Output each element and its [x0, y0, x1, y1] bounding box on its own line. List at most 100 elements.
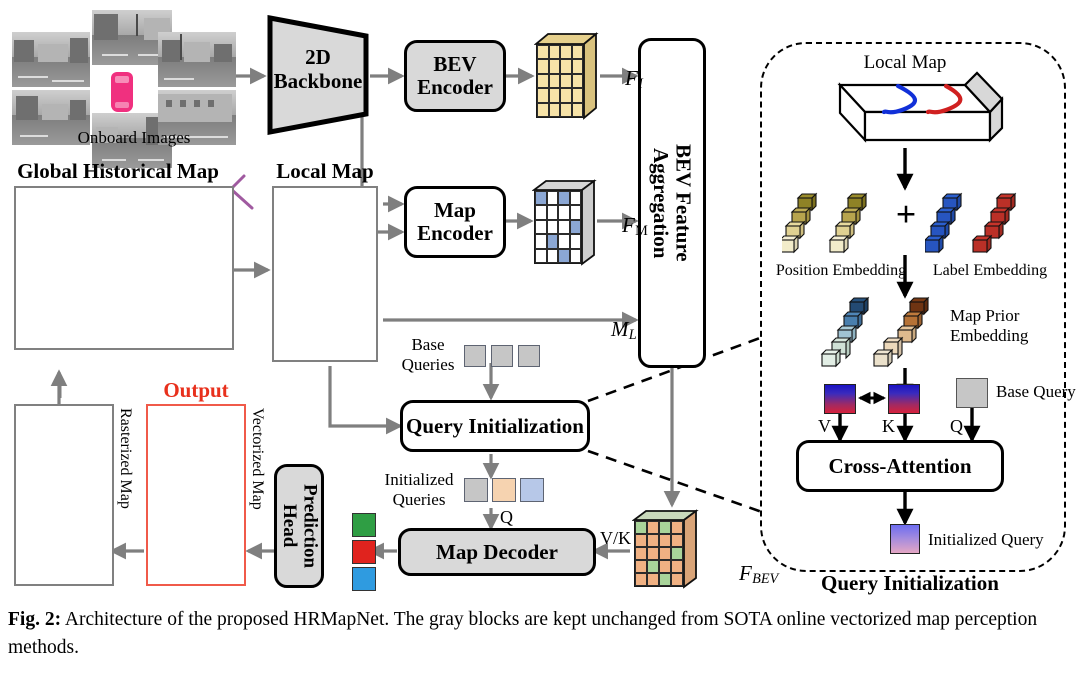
initialized-query-label-detail: Initialized Query [928, 530, 1044, 549]
decoder-q-label: Q [500, 507, 513, 527]
feature-cell [671, 521, 683, 534]
f-image-grid [536, 44, 584, 118]
label-embedding-cubes [923, 188, 1045, 268]
feature-cell [546, 248, 558, 263]
f-bev-cube [632, 508, 712, 590]
feature-cell [647, 560, 659, 573]
decoder-vk-label: V/K [600, 528, 631, 548]
feature-cell [535, 205, 547, 220]
initialized-query-swatch-1[interactable] [464, 478, 488, 502]
local-map-panel[interactable] [272, 186, 378, 362]
feature-cell [671, 534, 683, 547]
initialized-query-swatch-3[interactable] [520, 478, 544, 502]
feature-cell [537, 88, 549, 103]
feature-cell [548, 102, 560, 117]
rasterized-map-caption: Rasterized Map [116, 408, 134, 509]
feature-cell [560, 45, 572, 60]
query-initialization-block[interactable]: Query Initialization [400, 400, 590, 452]
feature-cell [537, 102, 549, 117]
f-map-cube [532, 178, 598, 268]
q-label-detail: Q [950, 416, 963, 436]
feature-cell [635, 547, 647, 560]
feature-cell [659, 521, 671, 534]
camera-front-right [158, 32, 236, 87]
feature-cell [671, 547, 683, 560]
base-query-swatch-3[interactable] [518, 345, 540, 367]
backbone-label: 2D Backbone [273, 45, 363, 93]
feature-cell [569, 248, 581, 263]
feature-cell [548, 88, 560, 103]
vectorized-map-caption: Vectorized Map [248, 408, 266, 510]
map-encoder-block[interactable]: Map Encoder [404, 186, 506, 258]
label-embedding-label: Label Embedding [932, 262, 1048, 279]
feature-cell [560, 59, 572, 74]
feature-cell [635, 573, 647, 586]
feature-cell [558, 191, 570, 206]
feature-cell [659, 534, 671, 547]
detail-local-map-label: Local Map [863, 52, 947, 73]
rasterized-map-panel[interactable] [14, 404, 114, 586]
ego-vehicle-icon [111, 72, 133, 112]
feature-cell [647, 534, 659, 547]
feature-cell [548, 45, 560, 60]
figure-canvas: Onboard Images 2D Backbone BEV Encoder M… [0, 0, 1080, 696]
prediction-head-block[interactable]: Prediction Head [274, 464, 324, 588]
feature-cell [558, 205, 570, 220]
feature-cell [571, 88, 583, 103]
feature-cell [647, 521, 659, 534]
caption-label: Fig. 2: [8, 609, 62, 630]
bev-feature-aggregation-block[interactable]: BEV Feature Aggregation [638, 38, 706, 368]
f-image-label: FI [625, 65, 643, 92]
initialized-query-swatch-detail [890, 524, 920, 554]
feature-cell [558, 219, 570, 235]
caption-text: Architecture of the proposed HRMapNet. T… [8, 609, 1038, 658]
feature-cell [671, 560, 683, 573]
feature-cell [647, 547, 659, 560]
feature-cell [537, 45, 549, 60]
base-query-swatch-1[interactable] [464, 345, 486, 367]
figure-caption: Fig. 2: Architecture of the proposed HRM… [8, 606, 1072, 661]
initialized-query-swatch-2[interactable] [492, 478, 516, 502]
feature-cell [635, 534, 647, 547]
feature-cell [535, 219, 547, 235]
feature-cell [560, 102, 572, 117]
feature-cell [558, 248, 570, 263]
initialized-queries-label: Initialized Queries [384, 470, 454, 510]
global-historical-map-panel[interactable] [14, 186, 234, 350]
k-label: K [882, 416, 895, 436]
base-queries-label: Base Queries [401, 335, 455, 375]
feature-cell [548, 73, 560, 89]
v-label: V [818, 416, 831, 436]
feature-cell [560, 73, 572, 89]
m-local-label: ML [611, 316, 637, 343]
base-query-swatch-2[interactable] [491, 345, 513, 367]
feature-cell [546, 205, 558, 220]
f-image-cube [534, 30, 600, 122]
cross-attention-block[interactable]: Cross-Attention [796, 440, 1004, 492]
feature-cell [569, 219, 581, 235]
vectorized-map-panel[interactable] [146, 404, 246, 586]
feature-cell [571, 102, 583, 117]
position-embedding-cubes [778, 188, 892, 268]
feature-cell [537, 59, 549, 74]
feature-cell [571, 59, 583, 74]
feature-cell [535, 191, 547, 206]
feature-cell [635, 521, 647, 534]
base-query-swatch-detail [956, 378, 988, 408]
feature-cell [569, 205, 581, 220]
plus-symbol: + [895, 194, 917, 234]
f-bev-grid [634, 520, 684, 587]
position-embedding-label: Position Embedding [775, 262, 907, 279]
map-decoder-block[interactable]: Map Decoder [398, 528, 596, 576]
feature-cell [546, 191, 558, 206]
class-swatch-green [352, 513, 376, 537]
feature-cell [535, 248, 547, 263]
feature-cell [569, 191, 581, 206]
feature-cell [560, 88, 572, 103]
camera-front-left [12, 32, 90, 87]
class-swatch-blue [352, 567, 376, 591]
bev-encoder-block[interactable]: BEV Encoder [404, 40, 506, 112]
key-embedding-swatch [888, 384, 920, 414]
map-prior-embedding-cubes [812, 296, 942, 372]
feature-cell [569, 234, 581, 249]
